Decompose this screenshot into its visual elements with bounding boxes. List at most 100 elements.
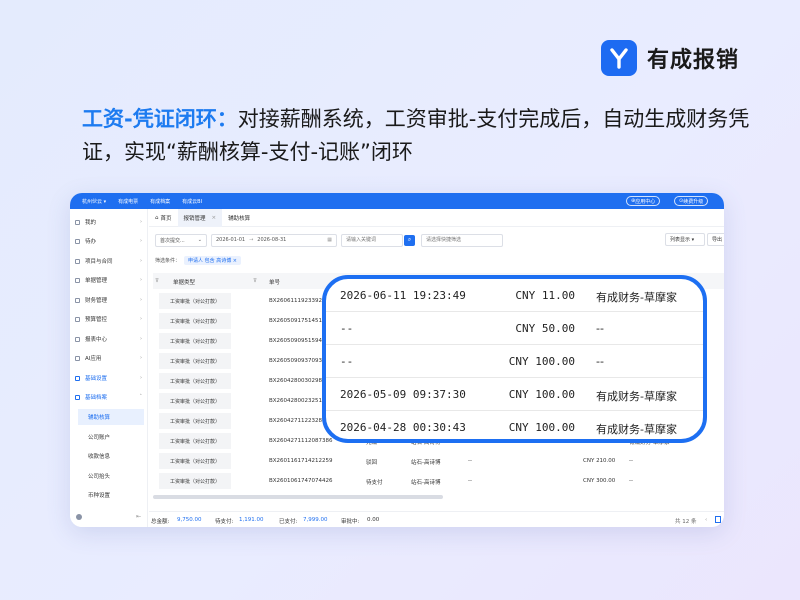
sidebar-sub-payee-info[interactable]: 收款信息: [78, 448, 144, 464]
brand-logo: 有成报销: [601, 40, 739, 76]
paid-label: 已支付:: [279, 519, 298, 525]
chevron-icon: ›: [140, 375, 142, 381]
org-switcher[interactable]: 杭州伙云 ▾: [82, 198, 106, 205]
callout-row: -- CNY 50.00 --: [326, 312, 703, 345]
close-icon[interactable]: ×: [212, 215, 217, 221]
callout-time: --: [340, 322, 354, 335]
search-button[interactable]: ⌕: [404, 234, 415, 246]
cell-type: 工资审批（对公打款）: [159, 293, 231, 309]
sidebar-item-archive[interactable]: 基础档案 ˄: [70, 388, 148, 406]
callout-amount: CNY 100.00: [508, 421, 575, 434]
cell-type: 工资审批（对公打款）: [159, 373, 231, 389]
top-bar: 杭州伙云 ▾ 有成电票 有成档案 有成云BI ⊕ 应用中心 ⊙ 续费升级: [70, 193, 724, 209]
export-button[interactable]: 导出: [707, 233, 724, 246]
nav-e-invoice[interactable]: 有成电票: [118, 198, 138, 205]
table-row[interactable]: 工资审批（对公打款） BX2601061747074426 待支付 站石-高诗博 -- C…: [153, 471, 724, 491]
sidebar-item-documents[interactable]: 单据管理 ›: [70, 271, 148, 289]
nav-bi[interactable]: 有成云BI: [182, 198, 202, 205]
todo-icon: [75, 238, 80, 244]
quick-filter-select[interactable]: [421, 233, 503, 247]
search-icon: ⌕: [407, 236, 412, 243]
keyword-input[interactable]: [341, 233, 403, 247]
chevron-icon: ›: [140, 336, 142, 342]
nav-archive[interactable]: 有成档案: [150, 198, 170, 205]
upgrade-button[interactable]: ⊙ 续费升级: [674, 196, 709, 206]
sidebar: 我的 › 待办 › 项目与合同 › 单据管理 › 财务管理 › 预算管控 › 报表中心 › A…: [70, 209, 148, 527]
sidebar-item-settings[interactable]: 基础设置 ›: [70, 369, 148, 387]
tab-aux-accounting[interactable]: 辅助核算: [222, 209, 256, 227]
sidebar-item-projects[interactable]: 项目与合同 ›: [70, 252, 148, 270]
callout-row: -- CNY 100.00 --: [326, 345, 703, 378]
list-display-select[interactable]: 列表显示 ▾: [665, 233, 705, 246]
callout-time: 2026-05-09 09:37:30: [340, 388, 466, 401]
app-center-button[interactable]: ⊕ 应用中心: [626, 196, 661, 206]
cell-no: BX2601061747074426: [269, 478, 333, 484]
user-icon: [75, 219, 80, 225]
horizontal-scrollbar[interactable]: [153, 495, 443, 499]
chevron-down-icon: ⌄: [197, 237, 202, 243]
tab-label: 辅助核算: [228, 215, 251, 222]
tab-home[interactable]: ⌂ 首页: [149, 209, 178, 227]
cell-time: --: [468, 478, 472, 484]
cell-type: 工资审批（对公打款）: [159, 473, 231, 489]
date-type-select[interactable]: 首次提交... ⌄: [155, 233, 207, 247]
brand-name: 有成报销: [647, 48, 740, 73]
sidebar-sub-currency[interactable]: 币种设置: [78, 487, 144, 503]
collapse-icon[interactable]: ⇤: [136, 513, 141, 520]
callout-row: 2026-05-09 09:37:30 CNY 100.00 有成财务-草摩家: [326, 378, 703, 411]
filter-tag[interactable]: 申请人 包含 高诗博 ×: [184, 255, 241, 265]
chevron-icon: ›: [140, 258, 142, 264]
cell-type: 工资审批（对公打款）: [159, 453, 231, 469]
total-value: 9,750.00: [177, 517, 202, 523]
cell-type: 工资审批（对公打款）: [159, 333, 231, 349]
cell-payer: --: [629, 478, 633, 484]
brand-y-icon: [601, 40, 637, 76]
calendar-icon: ▦: [327, 237, 332, 243]
sidebar-item-todo[interactable]: 待办 ›: [70, 232, 148, 250]
cell-type: 工资审批（对公打款）: [159, 433, 231, 449]
sidebar-item-finance[interactable]: 财务管理 ›: [70, 291, 148, 309]
filter-icon[interactable]: ⊽: [155, 278, 159, 284]
col-doc-type: 单据类型: [173, 280, 196, 286]
callout-amount: CNY 100.00: [508, 355, 575, 368]
avatar[interactable]: [76, 514, 82, 520]
filter-icon[interactable]: ⊽: [253, 278, 257, 284]
tab-label: 首页: [160, 215, 172, 222]
callout-payer: --: [596, 322, 604, 335]
sidebar-sub-aux-accounting[interactable]: 辅助核算: [78, 409, 144, 425]
table-row[interactable]: 工资审批（对公打款） BX2601161714212259 驳回 站石-高诗博 -- CN…: [153, 451, 724, 471]
callout-row: 2026-04-28 00:30:43 CNY 100.00 有成财务-草摩家: [326, 411, 703, 439]
callout-payer: --: [596, 355, 604, 368]
cell-amount: CNY 210.00: [583, 458, 616, 464]
sidebar-sub-company-title[interactable]: 公司抬头: [78, 468, 144, 484]
sidebar-label: 项目与合同: [85, 259, 113, 265]
page-current[interactable]: [715, 516, 721, 523]
cell-type: 工资审批（对公打款）: [159, 413, 231, 429]
date-range-picker[interactable]: 2026-01-01 → 2026-08-31 ▦: [211, 233, 337, 247]
sidebar-item-mine[interactable]: 我的 ›: [70, 213, 148, 231]
date-separator: →: [249, 237, 254, 243]
sidebar-label: 基础设置: [85, 376, 108, 382]
chevron-icon: ›: [140, 238, 142, 244]
cell-no: BX2604280030298: [269, 378, 323, 384]
sidebar-item-budget[interactable]: 预算管控 ›: [70, 310, 148, 328]
zoom-callout: 2026-06-11 19:23:49 CNY 11.00 有成财务-草摩家 -- C…: [322, 275, 707, 443]
date-type-value: 首次提交...: [160, 237, 185, 244]
headline-highlight: 工资-凭证闭环：: [82, 107, 238, 131]
cell-no: BX2605091751451: [269, 318, 323, 324]
sidebar-sub-company-account[interactable]: 公司账户: [78, 429, 144, 445]
unpaid-label: 待支付:: [215, 519, 234, 525]
sidebar-item-reports[interactable]: 报表中心 ›: [70, 330, 148, 348]
filter-conditions-label: 筛选条件：: [155, 257, 181, 264]
callout-amount: CNY 50.00: [515, 322, 575, 335]
cell-status: 驳回: [366, 460, 378, 466]
finance-icon: [75, 297, 80, 303]
cell-no: BX2605090951594: [269, 338, 323, 344]
sidebar-label: 财务管理: [85, 298, 108, 304]
chevron-left-icon[interactable]: ‹: [705, 517, 707, 523]
tab-reimbursement[interactable]: 报销管理 ×: [177, 208, 223, 227]
reviewing-label: 审批中:: [341, 519, 360, 525]
sidebar-item-ai[interactable]: AI应用 ›: [70, 349, 148, 367]
report-icon: [75, 336, 80, 342]
gear-icon: [75, 375, 80, 381]
